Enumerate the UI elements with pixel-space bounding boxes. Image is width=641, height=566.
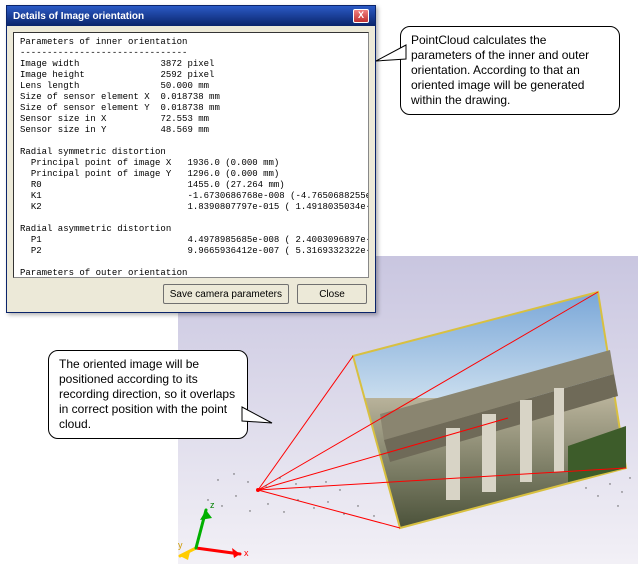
ucs-axes [180, 510, 240, 560]
axis-y-label: y [178, 540, 183, 550]
dialog-body: Parameters of inner orientation --------… [7, 26, 375, 312]
save-camera-parameters-button[interactable]: Save camera parameters [163, 284, 289, 304]
dialog-titlebar[interactable]: Details of Image orientation X [7, 6, 375, 26]
close-button[interactable]: Close [297, 284, 367, 304]
dialog-title: Details of Image orientation [13, 11, 144, 22]
parameters-text-pane[interactable]: Parameters of inner orientation --------… [13, 32, 369, 278]
callout-text: PointCloud calculates the parameters of … [411, 33, 589, 107]
image-orientation-dialog: Details of Image orientation X Parameter… [6, 5, 376, 313]
callout-oriented-image: The oriented image will be positioned ac… [48, 350, 248, 439]
axis-x-label: x [244, 548, 249, 558]
axis-z-label: z [210, 500, 215, 510]
dialog-button-row: Save camera parameters Close [13, 278, 369, 306]
callout-orientation-params: PointCloud calculates the parameters of … [400, 26, 620, 115]
callout-text: The oriented image will be positioned ac… [59, 357, 235, 431]
close-icon[interactable]: X [353, 9, 369, 23]
